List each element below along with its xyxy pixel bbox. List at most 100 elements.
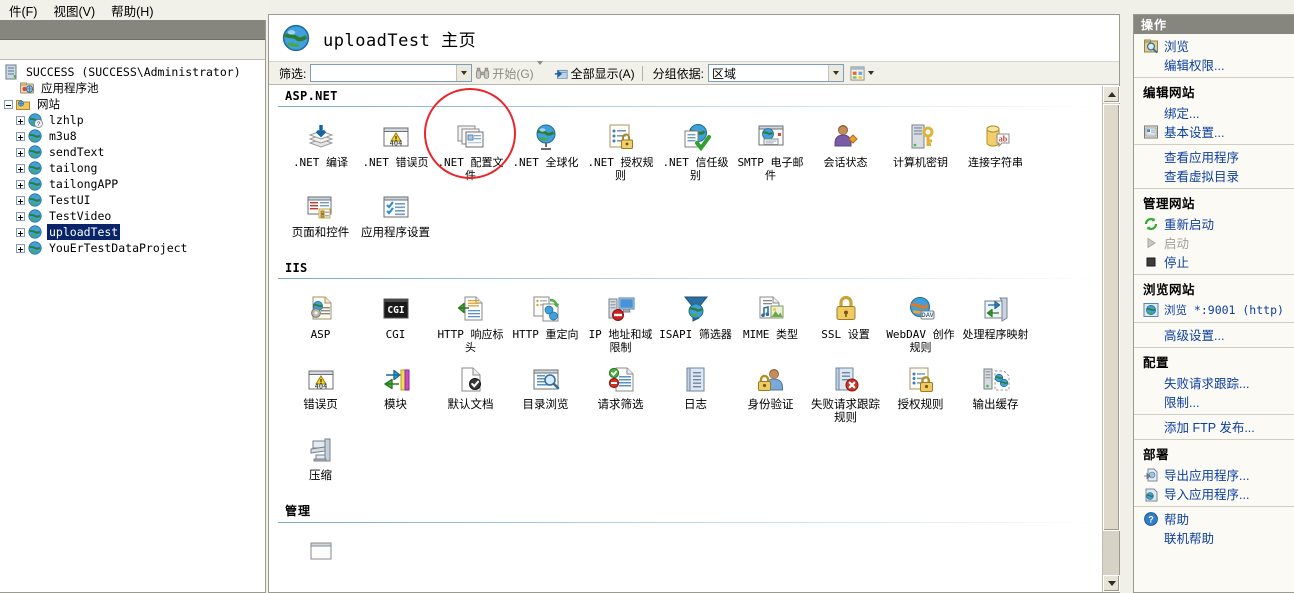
action-view-virtual-directories[interactable]: 查看虚拟目录: [1134, 166, 1294, 185]
action-link[interactable]: 基本设置...: [1164, 122, 1224, 141]
feature-webdav-authoring-rules[interactable]: DAV WebDAV 创作规则: [883, 285, 958, 356]
feature-directory-browsing[interactable]: 目录浏览: [508, 356, 583, 427]
feature-net-globalization[interactable]: .NET 全球化: [508, 113, 583, 184]
action-help[interactable]: ? 帮助: [1134, 509, 1294, 528]
feature-request-filtering[interactable]: 请求筛选: [583, 356, 658, 427]
tree-node-site-uploadtest[interactable]: uploadTest: [0, 224, 265, 240]
action-link[interactable]: 查看应用程序: [1164, 147, 1239, 166]
feature-handler-mappings[interactable]: 处理程序映射: [958, 285, 1033, 356]
collapse-toggle-icon[interactable]: [4, 100, 13, 109]
chevron-down-icon[interactable]: [456, 65, 471, 81]
feature-connection-strings[interactable]: ab 连接字符串: [958, 113, 1033, 184]
connections-tree[interactable]: SUCCESS (SUCCESS\Administrator) 应用程序池: [0, 60, 265, 591]
expand-toggle-icon[interactable]: [16, 148, 25, 157]
feature-compression[interactable]: 压缩: [283, 427, 358, 485]
expand-toggle-icon[interactable]: [16, 228, 25, 237]
scrollbar-thumb[interactable]: [1103, 104, 1120, 531]
feature-net-authorization[interactable]: .NET 授权规则: [583, 113, 658, 184]
action-view-applications[interactable]: 查看应用程序: [1134, 147, 1294, 166]
expand-toggle-icon[interactable]: [16, 212, 25, 221]
action-link[interactable]: 停止: [1164, 252, 1189, 271]
action-link[interactable]: 限制...: [1164, 392, 1199, 411]
feature-machine-key[interactable]: 计算机密钥: [883, 113, 958, 184]
feature-net-trust-levels[interactable]: .NET 信任级别: [658, 113, 733, 184]
groupby-select[interactable]: 区域: [708, 64, 844, 82]
tree-node-site-testui[interactable]: TestUI: [0, 192, 265, 208]
feature-ssl-settings[interactable]: SSL 设置: [808, 285, 883, 356]
feature-output-caching[interactable]: 输出缓存: [958, 356, 1033, 427]
feature-authentication[interactable]: 身份验证: [733, 356, 808, 427]
feature-net-error-pages[interactable]: 404 .NET 错误页: [358, 113, 433, 184]
expand-toggle-icon[interactable]: [16, 244, 25, 253]
action-stop[interactable]: 停止: [1134, 252, 1294, 271]
action-basic-settings[interactable]: 基本设置...: [1134, 122, 1294, 141]
chevron-down-icon[interactable]: [828, 65, 843, 81]
tree-node-site-testvideo[interactable]: TestVideo: [0, 208, 265, 224]
action-link[interactable]: 添加 FTP 发布...: [1164, 417, 1255, 436]
tree-node-server[interactable]: SUCCESS (SUCCESS\Administrator): [0, 64, 265, 80]
action-add-ftp-publishing[interactable]: 添加 FTP 发布...: [1134, 417, 1294, 436]
action-link[interactable]: 浏览: [1164, 36, 1189, 55]
action-link[interactable]: 导出应用程序...: [1164, 465, 1249, 484]
feature-net-compilation[interactable]: .NET 编译: [283, 113, 358, 184]
show-all-button[interactable]: 全部显示(A): [550, 65, 638, 82]
expand-toggle-icon[interactable]: [16, 196, 25, 205]
action-link[interactable]: 浏览 *:9001 (http): [1164, 302, 1284, 318]
feature-session-state[interactable]: 会话状态: [808, 113, 883, 184]
tree-node-sites[interactable]: 网站: [0, 96, 265, 112]
tree-node-site-youertestdataproject[interactable]: YouErTestDataProject: [0, 240, 265, 256]
start-filter-dropdown-icon[interactable]: [537, 65, 550, 81]
feature-http-response-headers[interactable]: HTTP 响应标头: [433, 285, 508, 356]
tree-node-site-lzhlp[interactable]: ? lzhlp: [0, 112, 265, 128]
action-import-application[interactable]: 导入应用程序...: [1134, 484, 1294, 503]
feature-isapi-filters[interactable]: ISAPI 筛选器: [658, 285, 733, 356]
expand-toggle-icon[interactable]: [16, 116, 25, 125]
tree-node-site-sendtext[interactable]: sendText: [0, 144, 265, 160]
feature-pages-and-controls[interactable]: 页面和控件: [283, 184, 358, 242]
action-browse[interactable]: 浏览: [1134, 36, 1294, 55]
action-link[interactable]: 高级设置...: [1164, 325, 1224, 344]
scroll-down-button[interactable]: [1103, 575, 1120, 592]
feature-mime-types[interactable]: MIME 类型: [733, 285, 808, 356]
feature-modules[interactable]: 模块: [358, 356, 433, 427]
action-browse-site[interactable]: 浏览 *:9001 (http): [1134, 300, 1294, 319]
tree-node-site-m3u8[interactable]: m3u8: [0, 128, 265, 144]
menu-help[interactable]: 帮助(H): [104, 0, 162, 21]
feature-smtp-email[interactable]: SMTP 电子邮件: [733, 113, 808, 184]
action-online-help[interactable]: 联机帮助: [1134, 528, 1294, 547]
action-link[interactable]: 编辑权限...: [1164, 55, 1224, 74]
feature-failed-request-tracing-rules[interactable]: 失败请求跟踪规则: [808, 356, 883, 427]
action-link[interactable]: 查看虚拟目录: [1164, 166, 1239, 185]
filter-input[interactable]: [310, 64, 472, 82]
action-export-application[interactable]: 导出应用程序...: [1134, 465, 1294, 484]
expand-toggle-icon[interactable]: [16, 132, 25, 141]
feature-net-profile[interactable]: .NET 配置文件: [433, 113, 508, 184]
expand-toggle-icon[interactable]: [16, 180, 25, 189]
feature-application-settings[interactable]: 应用程序设置: [358, 184, 433, 242]
action-link[interactable]: 失败请求跟踪...: [1164, 373, 1249, 392]
start-filter-button[interactable]: 开始(G): [472, 65, 536, 82]
feature-ip-address-domain-restrictions[interactable]: IP 地址和域限制: [583, 285, 658, 356]
action-advanced-settings[interactable]: 高级设置...: [1134, 325, 1294, 344]
feature-error-pages[interactable]: 404 错误页: [283, 356, 358, 427]
action-link[interactable]: 重新启动: [1164, 214, 1214, 233]
action-link[interactable]: 绑定...: [1164, 103, 1199, 122]
action-edit-permissions[interactable]: 编辑权限...: [1134, 55, 1294, 74]
tree-node-site-tailongapp[interactable]: tailongAPP: [0, 176, 265, 192]
feature-logging[interactable]: 日志: [658, 356, 733, 427]
tree-node-site-tailong[interactable]: tailong: [0, 160, 265, 176]
feature-cgi[interactable]: CGI CGI: [358, 285, 433, 356]
action-link[interactable]: 联机帮助: [1164, 528, 1214, 547]
action-link[interactable]: 导入应用程序...: [1164, 484, 1249, 503]
feature-authorization-rules[interactable]: 授权规则: [883, 356, 958, 427]
feature-http-redirect[interactable]: HTTP 重定向: [508, 285, 583, 356]
feature-asp[interactable]: ASP: [283, 285, 358, 356]
feature-default-document[interactable]: 默认文档: [433, 356, 508, 427]
action-limits[interactable]: 限制...: [1134, 392, 1294, 411]
feature-view-scrollbar[interactable]: [1102, 86, 1119, 592]
feature-management-partial[interactable]: [283, 529, 358, 571]
expand-toggle-icon[interactable]: [16, 164, 25, 173]
view-mode-button[interactable]: [850, 66, 874, 81]
action-bindings[interactable]: 绑定...: [1134, 103, 1294, 122]
feature-icon-area[interactable]: ASP.NET .NET 编译: [269, 86, 1119, 592]
